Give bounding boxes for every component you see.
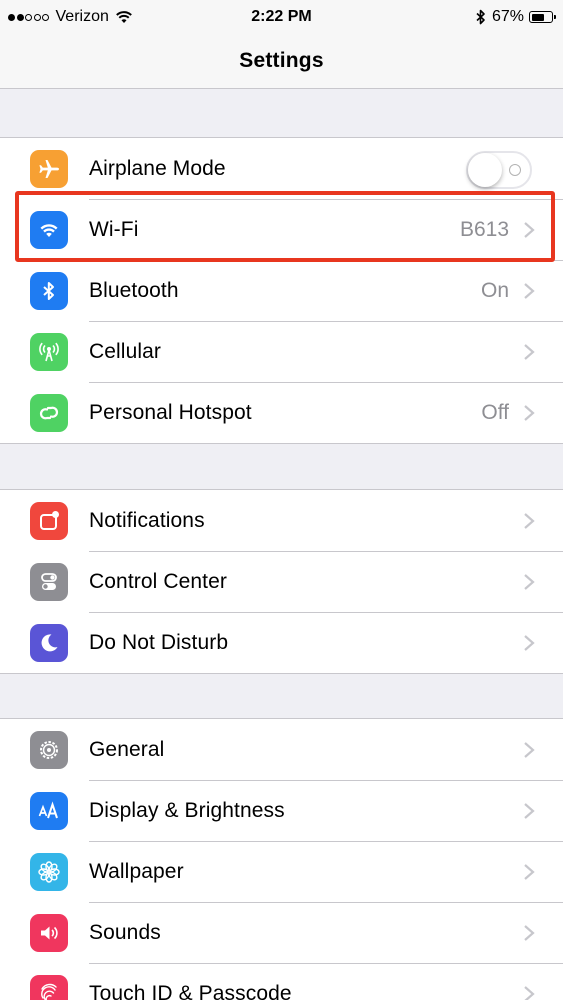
hotspot-link-icon — [30, 394, 68, 432]
notifications-icon — [30, 502, 68, 540]
airplane-icon — [30, 150, 68, 188]
row-label: Airplane Mode — [89, 156, 226, 180]
row-label: Control Center — [89, 569, 227, 593]
row-label: Wi-Fi — [89, 217, 139, 241]
bluetooth-status-value: On — [480, 278, 509, 302]
battery-icon — [529, 11, 556, 23]
row-wifi[interactable]: Wi-Fi B613 — [0, 199, 563, 260]
chevron-right-icon — [524, 574, 535, 590]
bluetooth-status-icon — [476, 9, 485, 25]
settings-group-notifications: Notifications Control Center Do Not Dist… — [0, 489, 563, 674]
chevron-right-icon — [524, 283, 535, 299]
settings-group-connectivity: Airplane Mode Wi-Fi B613 Bluetooth On Ce… — [0, 137, 563, 444]
battery-percent: 67% — [491, 8, 524, 25]
bluetooth-icon — [30, 272, 68, 310]
hotspot-status-value: Off — [481, 400, 509, 424]
row-label: Personal Hotspot — [89, 400, 252, 424]
row-label: Cellular — [89, 339, 161, 363]
chevron-right-icon — [524, 742, 535, 758]
row-label: Sounds — [89, 920, 161, 944]
row-control-center[interactable]: Control Center — [0, 551, 563, 612]
gear-icon — [30, 731, 68, 769]
chevron-right-icon — [524, 405, 535, 421]
toggle-knob — [468, 153, 502, 187]
chevron-right-icon — [524, 635, 535, 651]
row-sounds[interactable]: Sounds — [0, 902, 563, 963]
row-label: General — [89, 737, 165, 761]
row-notifications[interactable]: Notifications — [0, 490, 563, 551]
chevron-right-icon — [524, 864, 535, 880]
chevron-right-icon — [524, 513, 535, 529]
control-center-icon — [30, 563, 68, 601]
row-label: Display & Brightness — [89, 798, 285, 822]
row-display-brightness[interactable]: Display & Brightness — [0, 780, 563, 841]
row-cellular[interactable]: Cellular — [0, 321, 563, 382]
chevron-right-icon — [524, 986, 535, 1000]
row-airplane-mode[interactable]: Airplane Mode — [0, 138, 563, 199]
row-wallpaper[interactable]: Wallpaper — [0, 841, 563, 902]
row-do-not-disturb[interactable]: Do Not Disturb — [0, 612, 563, 673]
row-personal-hotspot[interactable]: Personal Hotspot Off — [0, 382, 563, 443]
row-general[interactable]: General — [0, 719, 563, 780]
wifi-network-value: B613 — [459, 217, 509, 241]
page-title: Settings — [239, 49, 324, 72]
battery-level-fill — [531, 13, 545, 21]
row-label: Do Not Disturb — [89, 630, 229, 654]
row-label: Wallpaper — [89, 859, 184, 883]
chevron-right-icon — [524, 803, 535, 819]
moon-icon — [30, 624, 68, 662]
row-label: Bluetooth — [89, 278, 179, 302]
settings-group-general: General Display & Brightness Wallpaper S… — [0, 718, 563, 1000]
wallpaper-flower-icon — [30, 853, 68, 891]
wifi-icon — [30, 211, 68, 249]
navigation-bar: Settings — [0, 34, 563, 89]
chevron-right-icon — [524, 925, 535, 941]
status-bar: Verizon 2:22 PM 67% — [0, 0, 563, 34]
status-right: 67% — [476, 8, 556, 26]
toggle-off-indicator — [509, 164, 521, 176]
speaker-icon — [30, 914, 68, 952]
chevron-right-icon — [524, 222, 535, 238]
display-aa-icon — [30, 792, 68, 830]
row-bluetooth[interactable]: Bluetooth On — [0, 260, 563, 321]
row-touch-id-passcode[interactable]: Touch ID & Passcode — [0, 963, 563, 1000]
cellular-antenna-icon — [30, 333, 68, 371]
fingerprint-icon — [30, 975, 68, 1000]
row-label: Notifications — [89, 508, 205, 532]
chevron-right-icon — [524, 344, 535, 360]
airplane-mode-toggle[interactable] — [466, 151, 532, 189]
row-label: Touch ID & Passcode — [89, 981, 292, 1000]
